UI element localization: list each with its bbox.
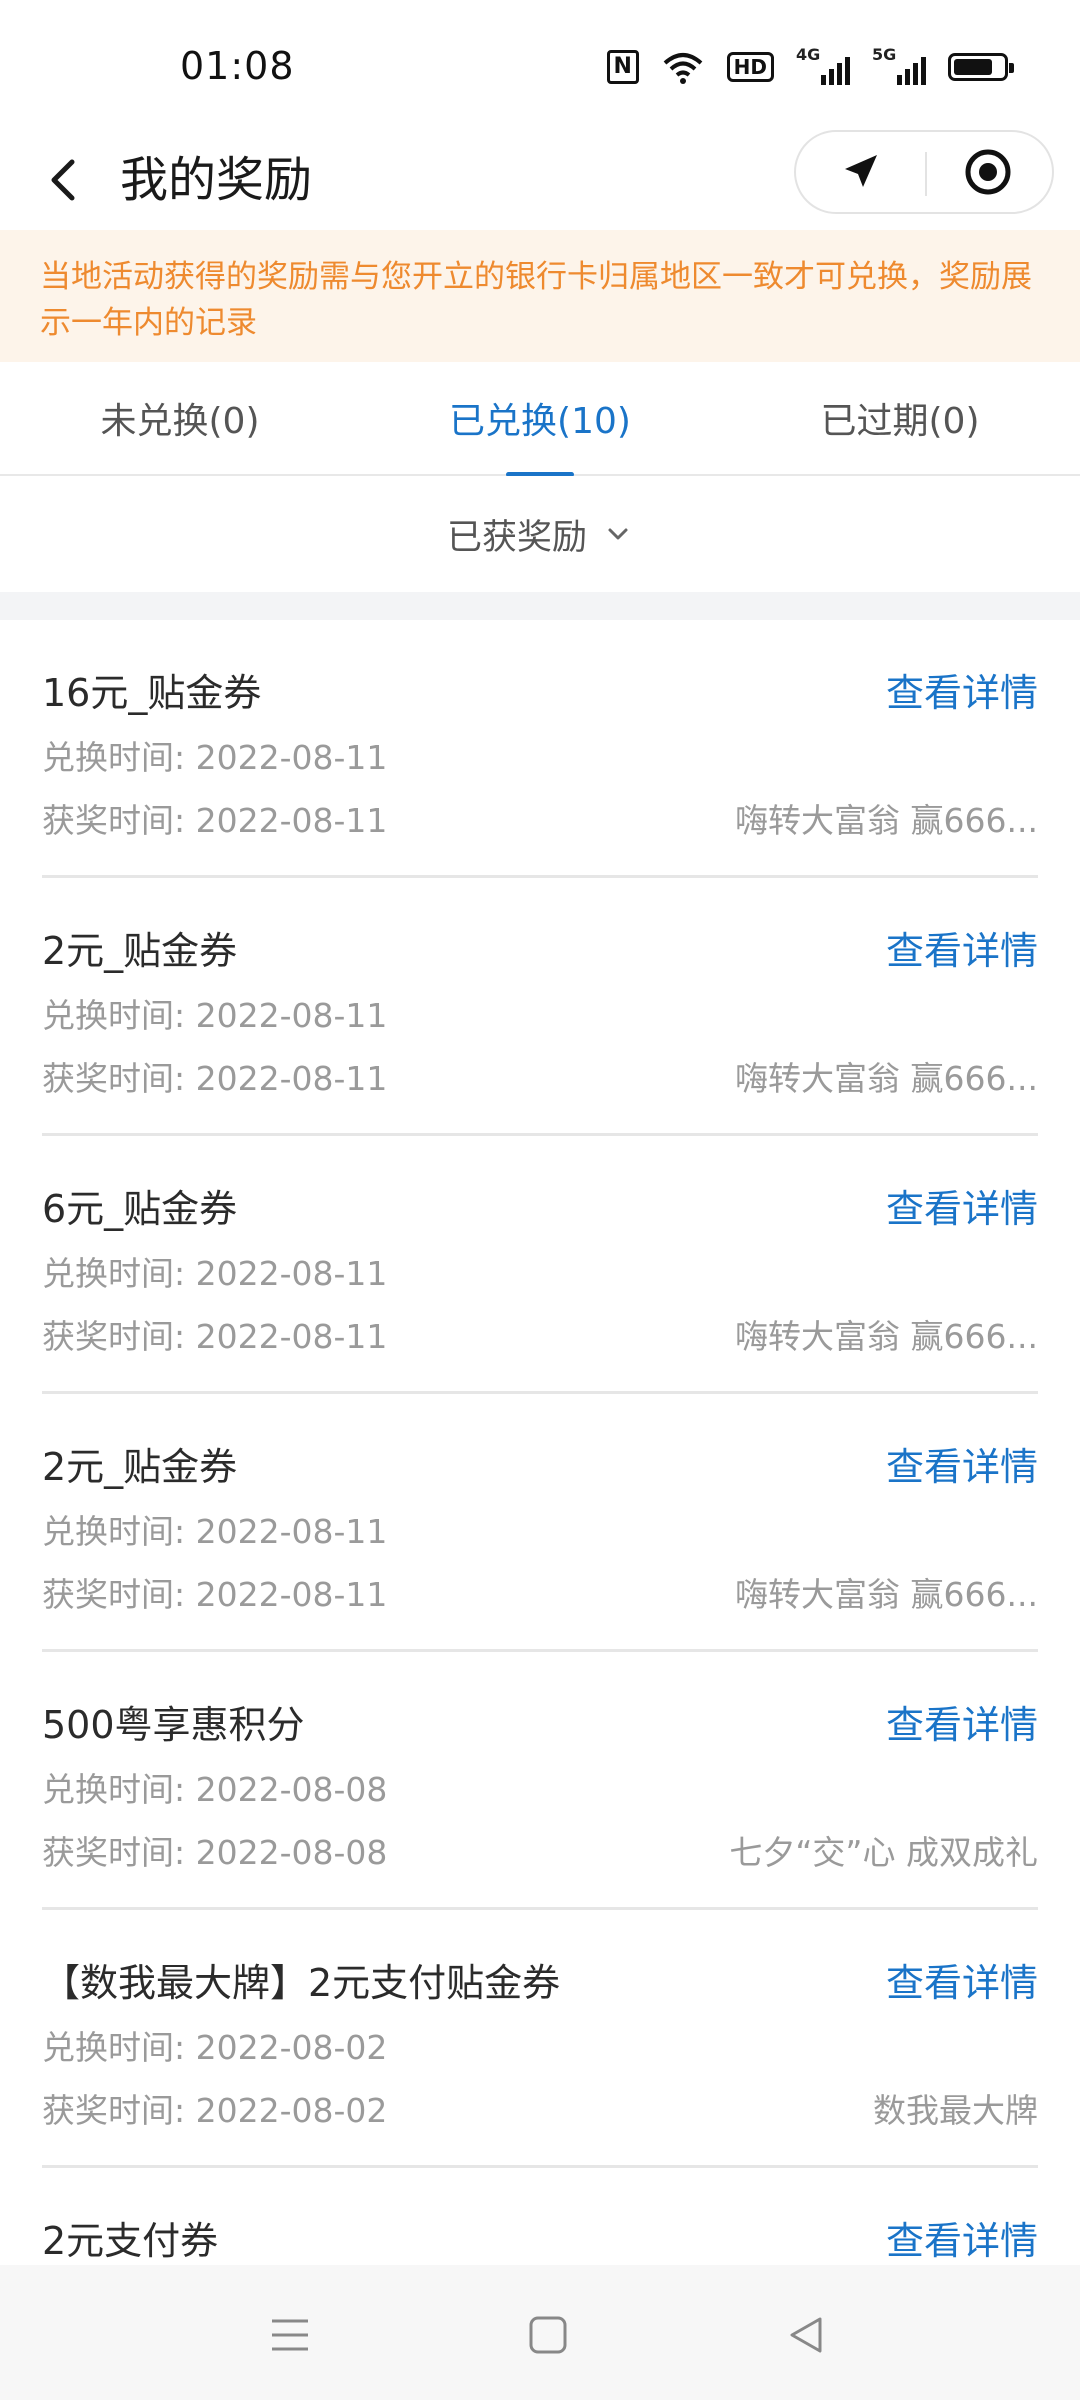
close-mini-program-button[interactable] <box>924 132 1052 212</box>
menu-icon <box>272 2319 308 2351</box>
signal-5g-label: 5G <box>872 45 897 64</box>
chevron-down-icon <box>608 528 628 540</box>
mini-program-capsule <box>794 130 1054 214</box>
view-detail-link[interactable]: 查看详情 <box>886 1178 1038 1233</box>
status-bar: 01:08 N HD 4G 5G <box>0 0 1080 130</box>
reward-title: 2元_贴金券 <box>42 929 238 973</box>
award-time: 获奖时间: 2022-08-11 <box>42 1059 388 1098</box>
filter-label: 已获奖励 <box>446 517 587 558</box>
back-triangle-icon <box>790 2317 822 2353</box>
award-time: 获奖时间: 2022-08-11 <box>42 1317 388 1356</box>
activity-source: 嗨转大富翁 赢666... <box>735 801 1038 840</box>
list-item: 500粤享惠积分 查看详情 兑换时间: 2022-08-08 获奖时间: 202… <box>42 1652 1038 1910</box>
reward-list[interactable]: 16元_贴金券 查看详情 兑换时间: 2022-08-11 获奖时间: 2022… <box>0 620 1080 2265</box>
activity-source: 嗨转大富翁 赢666... <box>735 1575 1038 1614</box>
system-back-button[interactable] <box>766 2295 846 2375</box>
nfc-icon: N <box>606 50 639 84</box>
exchange-time: 兑换时间: 2022-08-11 <box>42 1254 388 1293</box>
signal-4g-icon: 4G <box>796 45 850 85</box>
tab-unredeemed[interactable]: 未兑换(0) <box>0 362 360 474</box>
back-button[interactable] <box>38 148 98 212</box>
view-detail-link[interactable]: 查看详情 <box>886 2210 1038 2265</box>
wifi-icon <box>661 48 705 86</box>
list-item: 16元_贴金券 查看详情 兑换时间: 2022-08-11 获奖时间: 2022… <box>42 620 1038 878</box>
status-icons: N HD 4G 5G <box>606 45 1014 86</box>
list-item: 2元_贴金券 查看详情 兑换时间: 2022-08-11 获奖时间: 2022-… <box>42 878 1038 1136</box>
battery-icon <box>948 53 1014 81</box>
page-title: 我的奖励 <box>120 152 313 208</box>
exchange-time: 兑换时间: 2022-08-08 <box>42 1770 388 1809</box>
activity-source: 七夕“交”心 成双成礼 <box>729 1833 1038 1872</box>
system-nav-bar <box>0 2265 1080 2400</box>
list-item: 2元支付券 查看详情 <box>42 2168 1038 2265</box>
hd-icon: HD <box>726 52 774 82</box>
reward-title: 16元_贴金券 <box>42 671 262 715</box>
list-item: 6元_贴金券 查看详情 兑换时间: 2022-08-11 获奖时间: 2022-… <box>42 1136 1038 1394</box>
signal-5g-icon: 5G <box>872 45 926 85</box>
reward-title: 2元支付券 <box>42 2219 219 2263</box>
list-item: 2元_贴金券 查看详情 兑换时间: 2022-08-11 获奖时间: 2022-… <box>42 1394 1038 1652</box>
activity-source: 嗨转大富翁 赢666... <box>735 1317 1038 1356</box>
view-detail-link[interactable]: 查看详情 <box>886 1694 1038 1749</box>
signal-4g-label: 4G <box>796 45 821 64</box>
reward-title: 6元_贴金券 <box>42 1187 238 1231</box>
award-time: 获奖时间: 2022-08-11 <box>42 801 388 840</box>
home-square-icon <box>529 2316 567 2354</box>
exchange-time: 兑换时间: 2022-08-11 <box>42 1512 388 1551</box>
award-time: 获奖时间: 2022-08-11 <box>42 1575 388 1614</box>
list-item: 【数我最大牌】2元支付贴金券 查看详情 兑换时间: 2022-08-02 获奖时… <box>42 1910 1038 2168</box>
exchange-time: 兑换时间: 2022-08-11 <box>42 738 388 777</box>
tab-redeemed[interactable]: 已兑换(10) <box>360 362 720 474</box>
menu-button[interactable] <box>250 2295 330 2375</box>
home-button[interactable] <box>508 2295 588 2375</box>
award-time: 获奖时间: 2022-08-08 <box>42 1833 388 1872</box>
activity-source: 数我最大牌 <box>873 2091 1038 2130</box>
reward-title: 【数我最大牌】2元支付贴金券 <box>42 1961 561 2005</box>
record-target-icon <box>965 149 1011 195</box>
notice-text: 当地活动获得的奖励需与您开立的银行卡归属地区一致才可兑换，奖励展示一年内的记录 <box>40 259 1032 341</box>
view-detail-link[interactable]: 查看详情 <box>886 662 1038 717</box>
notice-banner: 当地活动获得的奖励需与您开立的银行卡归属地区一致才可兑换，奖励展示一年内的记录 <box>0 230 1080 362</box>
filter-dropdown[interactable]: 已获奖励 <box>0 476 1080 592</box>
header: 我的奖励 <box>0 130 1080 230</box>
reward-tabs: 未兑换(0) 已兑换(10) 已过期(0) <box>0 362 1080 477</box>
location-button[interactable] <box>796 132 924 212</box>
exchange-time: 兑换时间: 2022-08-02 <box>42 2028 388 2067</box>
view-detail-link[interactable]: 查看详情 <box>886 1436 1038 1491</box>
award-time: 获奖时间: 2022-08-02 <box>42 2091 388 2130</box>
section-gap <box>0 592 1080 620</box>
view-detail-link[interactable]: 查看详情 <box>886 1952 1038 2007</box>
exchange-time: 兑换时间: 2022-08-11 <box>42 996 388 1035</box>
view-detail-link[interactable]: 查看详情 <box>886 920 1038 975</box>
navigation-arrow-icon <box>845 155 877 187</box>
reward-title: 500粤享惠积分 <box>42 1703 305 1747</box>
reward-title: 2元_贴金券 <box>42 1445 238 1489</box>
tab-expired[interactable]: 已过期(0) <box>720 362 1080 474</box>
status-time: 01:08 <box>180 44 295 88</box>
chevron-left-icon <box>51 159 75 201</box>
activity-source: 嗨转大富翁 赢666... <box>735 1059 1038 1098</box>
